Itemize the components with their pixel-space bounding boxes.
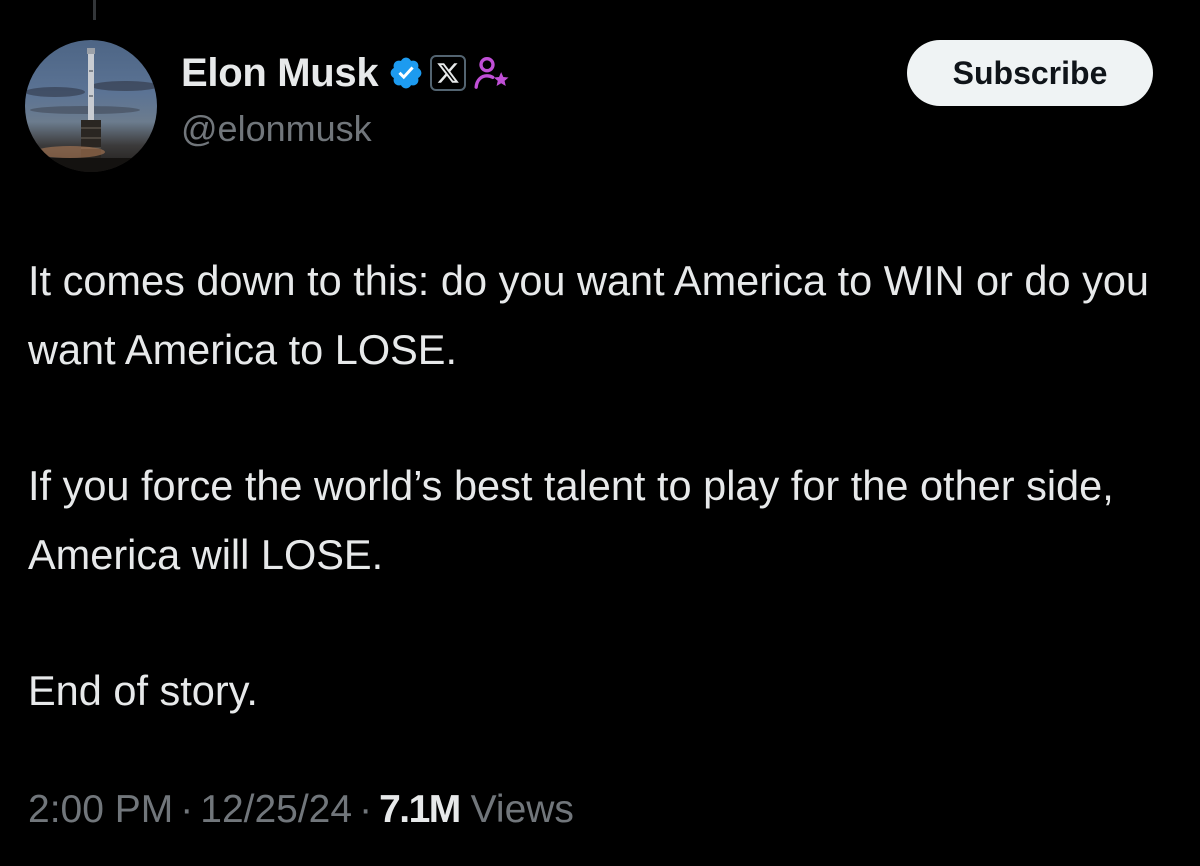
verified-badge-icon[interactable] <box>388 55 424 91</box>
thread-connector-line <box>93 0 96 20</box>
avatar-rocket-image <box>25 48 157 172</box>
subscribe-button[interactable]: Subscribe <box>907 40 1153 106</box>
author-handle[interactable]: @elonmusk <box>181 108 372 150</box>
affiliate-person-star-icon[interactable] <box>472 53 512 93</box>
author-name-row: Elon Musk <box>181 50 512 96</box>
meta-separator: · <box>180 788 194 831</box>
view-count[interactable]: 7.1M <box>379 788 461 831</box>
tweet-paragraph: It comes down to this: do you want Ameri… <box>28 257 1150 373</box>
tweet-date[interactable]: 12/25/24 <box>200 788 352 831</box>
tweet-paragraph: If you force the world’s best talent to … <box>28 462 1114 578</box>
tweet-time[interactable]: 2:00 PM <box>28 788 173 831</box>
tweet-body: It comes down to this: do you want Ameri… <box>28 246 1178 725</box>
x-logo-icon[interactable] <box>430 55 467 91</box>
author-display-name[interactable]: Elon Musk <box>181 51 379 96</box>
tweet-paragraph: End of story. <box>28 667 258 714</box>
tweet-metadata: 2:00 PM · 12/25/24 · 7.1M Views <box>28 788 574 832</box>
views-label[interactable]: Views <box>471 788 574 831</box>
meta-separator: · <box>359 788 373 831</box>
avatar[interactable] <box>25 40 157 172</box>
